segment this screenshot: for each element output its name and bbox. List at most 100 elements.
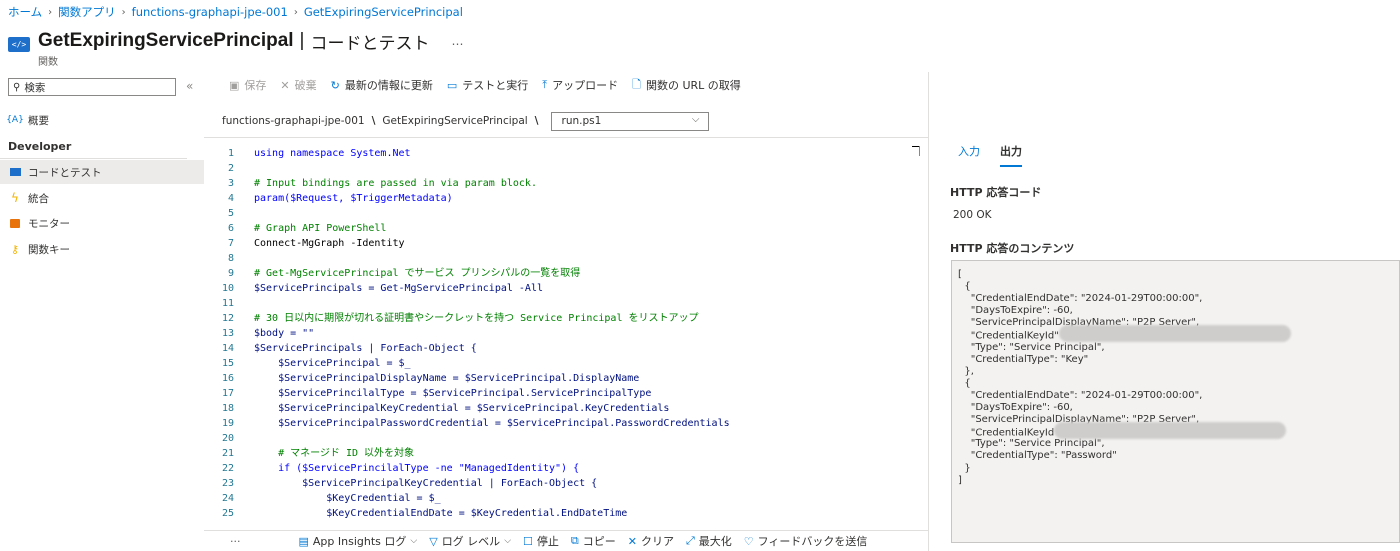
clear-button[interactable]: ✕ クリア bbox=[628, 533, 674, 549]
filter-icon: ▽ bbox=[429, 534, 438, 548]
document-link-icon: 🗋 bbox=[632, 77, 641, 91]
path-app: functions-graphapi-jpe-001 bbox=[222, 115, 365, 127]
upload-button[interactable]: ⤒ アップロード bbox=[542, 77, 618, 93]
sidebar-item-label: 関数キー bbox=[28, 243, 70, 256]
sidebar-item-monitor[interactable]: モニター bbox=[0, 211, 204, 235]
file-select-value: run.ps1 bbox=[561, 115, 602, 127]
code-icon bbox=[8, 166, 22, 178]
code-line[interactable]: 19 $ServicePrincipalPasswordCredential =… bbox=[204, 416, 926, 431]
breadcrumb-function[interactable]: GetExpiringServicePrincipal bbox=[304, 5, 463, 19]
code-line[interactable]: 9 # Get-MgServicePrincipal でサービス プリンシパルの一… bbox=[204, 266, 926, 281]
sidebar-item-integration[interactable]: ϟ 統合 bbox=[0, 186, 204, 210]
code-line[interactable]: 3 # Input bindings are passed in via para… bbox=[204, 176, 926, 191]
code-line[interactable]: 8 bbox=[204, 251, 926, 266]
code-line[interactable]: 15 $ServicePrincipal = $_ bbox=[204, 356, 926, 371]
code-text: $ServicePrincilalType = $ServicePrincipa… bbox=[254, 388, 652, 399]
code-line[interactable]: 25 $KeyCredentialEndDate = $KeyCredentia… bbox=[204, 506, 926, 521]
path-function: GetExpiringServicePrincipal bbox=[382, 115, 528, 127]
breadcrumb-function-apps[interactable]: 関数アプリ bbox=[58, 4, 116, 20]
response-text: "Type": "Service Principal", bbox=[958, 438, 1105, 450]
code-line[interactable]: 12 # 30 日以内に期限が切れる証明書やシークレットを持つ Service P… bbox=[204, 311, 926, 326]
code-text: param($Request, $TriggerMetadata) bbox=[254, 193, 453, 204]
code-text: $body = "" bbox=[254, 328, 315, 339]
line-number: 24 bbox=[221, 493, 234, 504]
page-header: </> GetExpiringServicePrincipal | コードとテス… bbox=[8, 28, 463, 54]
http-status-label: HTTP 応答コード bbox=[950, 186, 1042, 199]
refresh-button[interactable]: ↻ 最新の情報に更新 bbox=[331, 77, 433, 93]
code-line[interactable]: 23 $ServicePrincipalKeyCredential | ForE… bbox=[204, 476, 926, 491]
search-icon: ⚲ bbox=[13, 81, 21, 93]
sidebar-item-overview[interactable]: {A} 概要 bbox=[0, 108, 204, 132]
code-line[interactable]: 5 bbox=[204, 206, 926, 221]
output-tabs: 入力 出力 bbox=[958, 143, 1042, 167]
code-line[interactable]: 20 bbox=[204, 431, 926, 446]
code-text: $KeyCredentialEndDate = $KeyCredential.E… bbox=[254, 508, 628, 519]
sidebar-item-code-test[interactable]: コードとテスト bbox=[0, 160, 204, 184]
clear-label: クリア bbox=[640, 535, 674, 548]
more-options-icon[interactable]: … bbox=[451, 34, 463, 48]
response-line: } bbox=[952, 463, 1399, 475]
get-function-url-button[interactable]: 🗋 関数の URL の取得 bbox=[632, 76, 741, 95]
code-line[interactable]: 7 Connect-MgGraph -Identity bbox=[204, 236, 926, 251]
collapse-sidebar-icon[interactable]: « bbox=[186, 79, 193, 93]
copy-label: コピー bbox=[582, 535, 616, 548]
more-options-icon[interactable]: ··· bbox=[230, 535, 241, 548]
code-line[interactable]: 2 bbox=[204, 161, 926, 176]
breadcrumb-home[interactable]: ホーム bbox=[8, 4, 42, 20]
app-insights-logs-dropdown[interactable]: ▤ App Insights ログ ⌵ bbox=[299, 533, 418, 549]
file-path-bar: functions-graphapi-jpe-001 \ GetExpiring… bbox=[222, 111, 709, 131]
log-level-dropdown[interactable]: ▽ ログ レベル ⌵ bbox=[429, 533, 511, 549]
response-text: }, bbox=[958, 365, 974, 377]
test-icon: ▭ bbox=[446, 78, 458, 92]
response-text: "CredentialEndDate": "2024-01-29T00:00:0… bbox=[958, 389, 1203, 401]
stop-button[interactable]: ☐ 停止 bbox=[523, 533, 559, 549]
code-text: $ServicePrincipalDisplayName = $ServiceP… bbox=[254, 373, 640, 384]
code-line[interactable]: 13 $body = "" bbox=[204, 326, 926, 341]
sidebar-item-label: 概要 bbox=[28, 114, 49, 127]
code-line[interactable]: 18 $ServicePrincipalKeyCredential = $Ser… bbox=[204, 401, 926, 416]
line-number: 5 bbox=[227, 208, 234, 219]
save-button[interactable]: ▣ 保存 bbox=[229, 77, 266, 93]
tab-input[interactable]: 入力 bbox=[958, 143, 980, 167]
code-editor[interactable]: 1 using namespace System.Net 2 3 # Input bin… bbox=[204, 146, 926, 524]
test-run-button[interactable]: ▭ テストと実行 bbox=[447, 77, 528, 93]
code-line[interactable]: 10 $ServicePrincipals = Get-MgServicePrin… bbox=[204, 281, 926, 296]
tab-output[interactable]: 出力 bbox=[1000, 143, 1022, 167]
breadcrumb-app[interactable]: functions-graphapi-jpe-001 bbox=[132, 5, 288, 19]
code-line[interactable]: 16 $ServicePrincipalDisplayName = $Servi… bbox=[204, 371, 926, 386]
feedback-button[interactable]: ♡ フィードバックを送信 bbox=[744, 533, 868, 549]
log-level-label: ログ レベル bbox=[441, 535, 501, 548]
response-text: [ bbox=[958, 269, 962, 280]
response-line: { bbox=[952, 378, 1399, 390]
log-toolbar: ··· ▤ App Insights ログ ⌵ ▽ ログ レベル ⌵ ☐ 停止 … bbox=[204, 530, 928, 551]
discard-button[interactable]: ✕ 破棄 bbox=[280, 77, 316, 93]
code-line[interactable]: 22 if ($ServicePrincilalType -ne "Manage… bbox=[204, 461, 926, 476]
code-line[interactable]: 14 $ServicePrincipals | ForEach-Object { bbox=[204, 341, 926, 356]
maximize-button[interactable]: ⤢ 最大化 bbox=[686, 533, 732, 549]
sidebar: ⚲ 検索 « {A} 概要 Developer コードとテスト ϟ 統合 モニタ… bbox=[0, 72, 204, 551]
refresh-icon: ↻ bbox=[330, 78, 340, 92]
save-label: 保存 bbox=[244, 79, 267, 92]
code-line[interactable]: 4 param($Request, $TriggerMetadata) bbox=[204, 191, 926, 206]
copy-button[interactable]: ⧉ コピー bbox=[571, 533, 616, 549]
line-number: 6 bbox=[227, 223, 234, 234]
code-line[interactable]: 17 $ServicePrincilalType = $ServicePrinc… bbox=[204, 386, 926, 401]
code-line[interactable]: 11 bbox=[204, 296, 926, 311]
response-line: "CredentialEndDate": "2024-01-29T00:00:0… bbox=[952, 390, 1399, 402]
code-line[interactable]: 24 $KeyCredential = $_ bbox=[204, 491, 926, 506]
sidebar-item-label: コードとテスト bbox=[28, 166, 102, 179]
file-select-dropdown[interactable]: run.ps1 ⌵ bbox=[550, 111, 709, 131]
code-text: $ServicePrincipals | ForEach-Object { bbox=[254, 343, 477, 354]
code-line[interactable]: 1 using namespace System.Net bbox=[204, 146, 926, 161]
code-text: if ($ServicePrincilalType -ne "ManagedId… bbox=[254, 463, 580, 474]
page-title: GetExpiringServicePrincipal bbox=[38, 30, 294, 51]
sidebar-item-function-keys[interactable]: ⚷ 関数キー bbox=[0, 237, 204, 261]
chevron-right-icon: › bbox=[121, 6, 126, 18]
search-placeholder: 検索 bbox=[24, 81, 46, 94]
sidebar-search-input[interactable]: ⚲ 検索 bbox=[8, 78, 176, 96]
code-line[interactable]: 21 # マネージド ID 以外を対象 bbox=[204, 446, 926, 461]
upload-icon: ⤒ bbox=[542, 78, 548, 91]
line-number: 9 bbox=[227, 268, 234, 279]
code-line[interactable]: 6 # Graph API PowerShell bbox=[204, 221, 926, 236]
chevron-right-icon: › bbox=[293, 6, 298, 18]
